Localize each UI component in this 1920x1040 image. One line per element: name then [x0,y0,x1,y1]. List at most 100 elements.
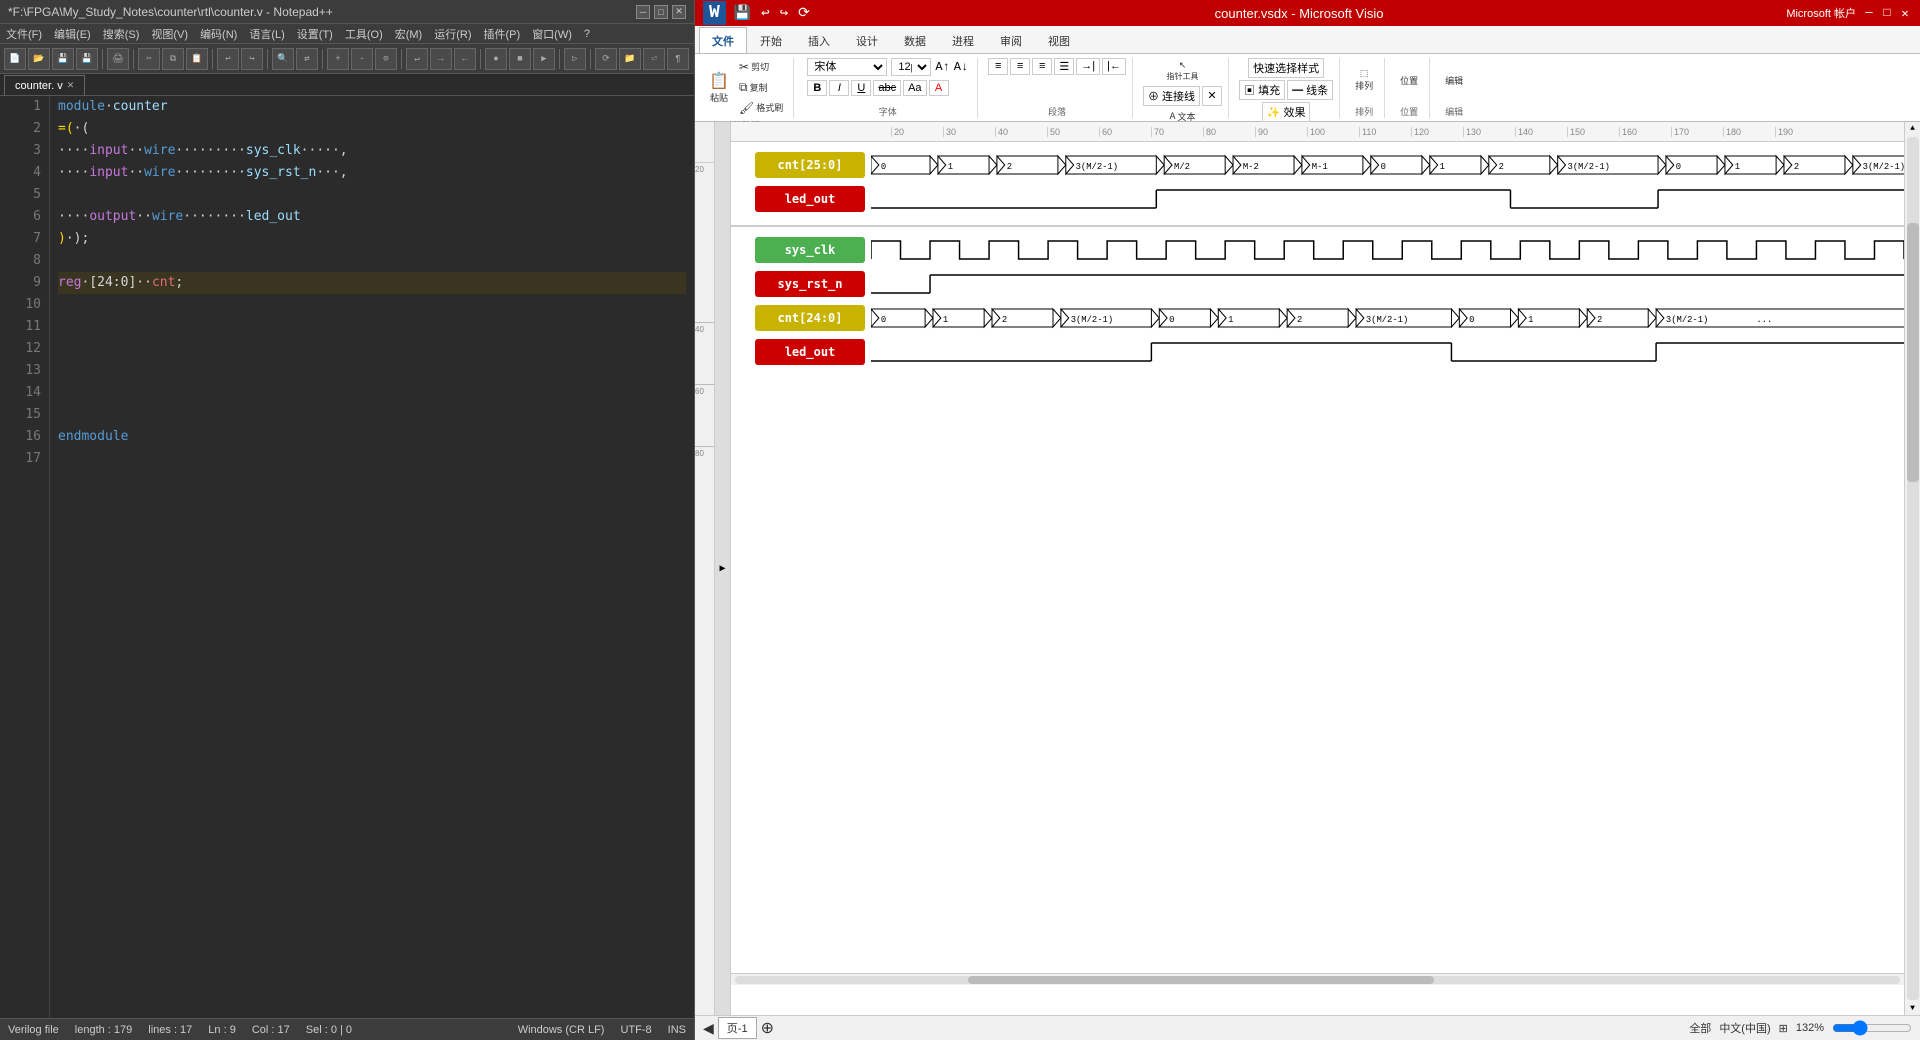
font-shrink-btn[interactable]: A↓ [954,60,968,74]
visio-canvas[interactable]: 20 30 40 50 60 70 80 90 100 110 120 130 … [731,122,1904,1015]
menu-run[interactable]: 运行(R) [432,26,473,42]
notepad-close-btn[interactable]: ✕ [672,5,686,19]
menu-macro[interactable]: 宏(M) [393,26,425,42]
line-style-btn[interactable]: ━ 线条 [1287,80,1333,100]
tool-save[interactable]: 💾 [52,48,74,70]
tool-macro-rec[interactable]: ● [485,48,507,70]
editor-tab[interactable]: counter. v ✕ [4,75,85,95]
tool-zoom-in[interactable]: + [327,48,349,70]
bold-btn[interactable]: B [807,80,827,96]
list-btn[interactable]: ☰ [1054,58,1074,75]
page-tab-1[interactable]: 页-1 [718,1017,757,1039]
tool-paste[interactable]: 📋 [186,48,208,70]
menu-lang[interactable]: 语言(L) [247,26,286,42]
tool-cut[interactable]: ✂ [138,48,160,70]
ribbon-tab-file[interactable]: 文件 [699,27,747,53]
tool-new[interactable]: 📄 [4,48,26,70]
add-page-btn[interactable]: ⊕ [761,1018,774,1038]
edit-btn[interactable]: 编辑 [1440,72,1468,89]
close-connector-btn[interactable]: ✕ [1202,86,1222,106]
qa-redo-btn[interactable]: ↪ [778,3,790,24]
tool-print[interactable]: 🖨 [107,48,129,70]
italic-btn[interactable]: I [829,80,849,96]
tool-indent[interactable]: → [430,48,452,70]
code-editor[interactable]: 1 2 3 4 5 6 7 8 9 10 11 12 13 14 15 16 1… [0,96,694,1018]
align-left-btn[interactable]: ≡ [988,58,1008,75]
panel-expand-btn[interactable]: ▶ [715,122,731,1015]
indent-more-btn[interactable]: →| [1076,58,1100,75]
tool-copy[interactable]: ⧉ [162,48,184,70]
tool-macro-play[interactable]: ▶ [533,48,555,70]
fit-page-btn[interactable]: ⊞ [1779,1022,1788,1035]
menu-settings[interactable]: 设置(T) [295,26,335,42]
scroll-up-btn[interactable]: ▲ [1908,122,1917,135]
shape-select-btn[interactable]: 快速选择样式 [1248,58,1324,78]
menu-tools[interactable]: 工具(O) [343,26,385,42]
underline-btn[interactable]: U [851,80,871,96]
tool-run[interactable]: ▷ [564,48,586,70]
font-grow-btn[interactable]: A↑ [935,60,949,74]
menu-file[interactable]: 文件(F) [4,26,44,42]
tool-dir[interactable]: 📁 [619,48,641,70]
qa-refresh-btn[interactable]: ⟳ [796,3,812,24]
tool-zoom-out[interactable]: - [351,48,373,70]
visio-minimize-btn[interactable]: ─ [1862,6,1876,20]
format-painter-btn[interactable]: 🖌 格式刷 [735,99,787,117]
horizontal-scrollbar[interactable] [731,973,1904,985]
visio-maximize-btn[interactable]: □ [1880,6,1894,20]
code-content[interactable]: module·counter =(·( ····input··wire·····… [50,96,694,1018]
qa-undo-btn[interactable]: ↩ [759,3,771,24]
tool-redo[interactable]: ↪ [241,48,263,70]
position-btn[interactable]: 位置 [1395,72,1423,89]
cut-btn[interactable]: ✂ 剪切 [735,58,787,76]
prev-page-btn[interactable]: ◀ [703,1020,714,1037]
tool-find[interactable]: 🔍 [272,48,294,70]
visio-close-btn[interactable]: ✕ [1898,6,1912,20]
paste-btn[interactable]: 📋 粘贴 [705,69,733,106]
scrollbar-thumb[interactable] [968,976,1434,984]
menu-plugins[interactable]: 插件(P) [482,26,523,42]
ribbon-tab-insert[interactable]: 插入 [795,27,843,53]
ribbon-tab-review[interactable]: 审阅 [987,27,1035,53]
font-size-select[interactable]: 12pt [891,58,931,76]
scroll-down-btn[interactable]: ▼ [1908,1002,1917,1015]
menu-view[interactable]: 视图(V) [149,26,190,42]
menu-help[interactable]: ? [582,28,592,40]
fill-btn[interactable]: ▣ 填充 [1239,80,1285,100]
copy-btn[interactable]: ⧉ 复制 [735,78,787,97]
qa-save-btn[interactable]: 💾 [732,3,753,24]
tab-close-icon[interactable]: ✕ [67,80,75,91]
ribbon-tab-data[interactable]: 数据 [891,27,939,53]
tool-replace[interactable]: ⇄ [296,48,318,70]
arrange-btn[interactable]: ⬚ 排列 [1350,66,1378,94]
tool-save-all[interactable]: 💾 [76,48,98,70]
zoom-slider[interactable] [1832,1020,1912,1036]
tool-zoom-reset[interactable]: ⊙ [375,48,397,70]
ribbon-tab-design[interactable]: 设计 [843,27,891,53]
tool-undo[interactable]: ↩ [217,48,239,70]
connector-tool-btn[interactable]: ⊕ 连接线 [1143,86,1200,106]
ribbon-tab-home[interactable]: 开始 [747,27,795,53]
strikethrough-btn[interactable]: abc [873,80,901,96]
tool-sync[interactable]: ⟳ [595,48,617,70]
indent-less-btn[interactable]: |← [1102,58,1126,75]
tool-macro-stop[interactable]: ■ [509,48,531,70]
font-case-btn[interactable]: Aa [903,80,926,96]
vscroll-thumb[interactable] [1907,223,1919,482]
tool-open[interactable]: 📂 [28,48,50,70]
font-color-btn[interactable]: A [929,80,949,96]
notepad-maximize-btn[interactable]: □ [654,5,668,19]
align-center-btn[interactable]: ≡ [1010,58,1030,75]
ribbon-tab-view[interactable]: 视图 [1035,27,1083,53]
effect-btn[interactable]: ✨ 效果 [1262,102,1311,122]
menu-search[interactable]: 搜索(S) [101,26,142,42]
tool-word-wrap[interactable]: ⏎ [643,48,665,70]
font-family-select[interactable]: 宋体 [807,58,887,76]
notepad-minimize-btn[interactable]: ─ [636,5,650,19]
menu-edit[interactable]: 编辑(E) [52,26,93,42]
pointer-tool-btn[interactable]: ↖ 指针工具 [1163,58,1203,84]
tool-special-chars[interactable]: ¶ [667,48,689,70]
tool-outdent[interactable]: ← [454,48,476,70]
menu-window[interactable]: 窗口(W) [530,26,574,42]
menu-encode[interactable]: 编码(N) [198,26,239,42]
